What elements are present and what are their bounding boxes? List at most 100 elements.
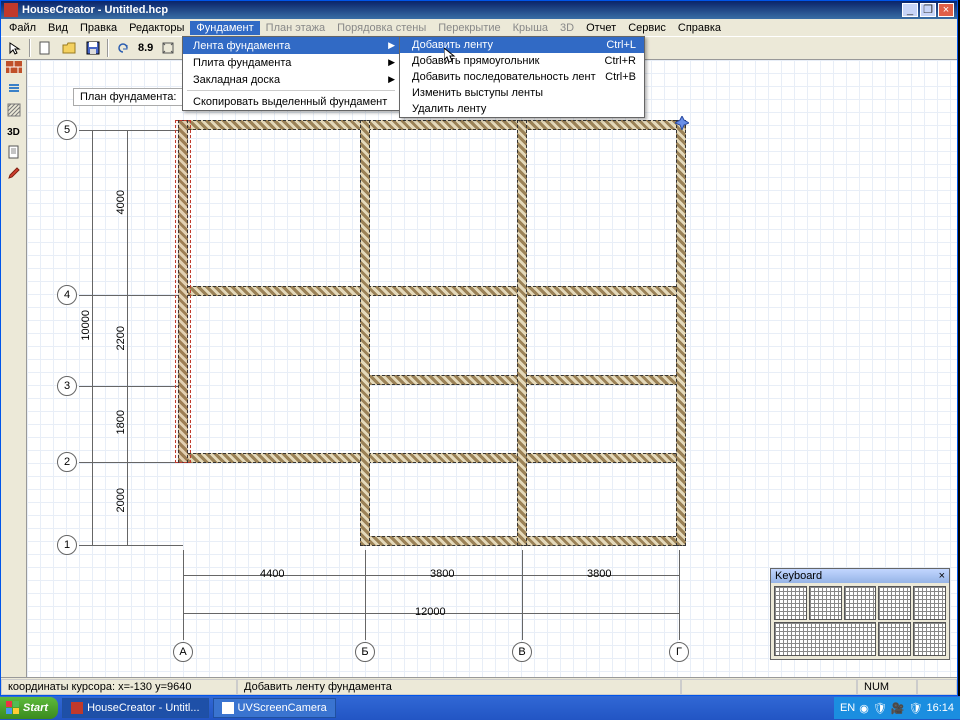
windows-icon <box>6 701 20 715</box>
brick-tool-icon[interactable] <box>3 61 25 81</box>
axis-1: 1 <box>57 535 77 555</box>
foundation-strip[interactable] <box>178 453 686 463</box>
menu-slab[interactable]: Перекрытие <box>432 21 506 35</box>
layers-icon[interactable] <box>3 82 25 102</box>
app-icon <box>4 3 18 17</box>
keyboard-section[interactable] <box>844 586 877 620</box>
keyboard-section[interactable] <box>878 622 911 656</box>
start-label: Start <box>23 702 48 714</box>
menu-edit[interactable]: Правка <box>74 21 123 35</box>
submenu-add-sequence[interactable]: Добавить последовательность лентCtrl+B <box>400 69 644 85</box>
menu-item-copy-foundation[interactable]: Скопировать выделенный фундамент <box>183 93 399 110</box>
keyboard-close-icon[interactable]: × <box>939 570 945 582</box>
status-hint: Добавить ленту фундамента <box>237 679 681 695</box>
menu-editors[interactable]: Редакторы <box>123 21 190 35</box>
page-icon[interactable] <box>3 145 25 165</box>
keyboard-section[interactable] <box>878 586 911 620</box>
minimize-button[interactable]: _ <box>902 3 918 17</box>
keyboard-title: Keyboard <box>775 570 822 582</box>
dim-1800: 1800 <box>115 410 127 434</box>
menu-3d[interactable]: 3D <box>554 21 580 35</box>
strip-foundation-submenu: Добавить лентуCtrl+L Добавить прямоуголь… <box>399 36 645 118</box>
hatch-icon[interactable] <box>3 103 25 123</box>
foundation-strip[interactable] <box>676 120 686 546</box>
submenu-add-strip[interactable]: Добавить лентуCtrl+L <box>400 37 644 53</box>
system-tray[interactable]: EN ◉ 🛡 🎥 🛡 16:14 <box>834 697 960 719</box>
keyboard-section[interactable] <box>913 586 946 620</box>
foundation-strip[interactable] <box>178 286 686 296</box>
dim-guide <box>127 130 128 545</box>
menu-item-strip-foundation[interactable]: Лента фундамента▶ <box>183 37 399 54</box>
axis-5: 5 <box>57 120 77 140</box>
dim-4000: 4000 <box>115 190 127 214</box>
status-coords: координаты курсора: x=-130 y=9640 <box>1 679 237 695</box>
status-empty2 <box>917 679 957 695</box>
taskbar-item-uvscreen[interactable]: UVScreenCamera <box>213 698 336 718</box>
foundation-menu: Лента фундамента▶ Плита фундамента▶ Закл… <box>182 36 400 111</box>
onscreen-keyboard[interactable]: Keyboard × <box>770 568 950 660</box>
titlebar: HouseCreator - Untitled.hcp _ ❐ × <box>1 1 957 19</box>
menu-wall-order[interactable]: Порядовка стены <box>331 21 432 35</box>
3d-button[interactable]: 3D <box>3 124 25 144</box>
submenu-delete-strip[interactable]: Удалить ленту <box>400 101 644 117</box>
clock[interactable]: 16:14 <box>926 702 954 714</box>
keyboard-section[interactable] <box>913 622 946 656</box>
menu-roof[interactable]: Крыша <box>507 21 554 35</box>
taskbar-item-housecreator[interactable]: HouseCreator - Untitl... <box>62 698 208 718</box>
zoom-label: 8.9 <box>137 38 154 58</box>
dim-3800b: 3800 <box>587 568 611 580</box>
menu-item-sill-board[interactable]: Закладная доска▶ <box>183 71 399 88</box>
drag-handle-icon[interactable] <box>675 116 689 130</box>
dim-2000: 2000 <box>115 488 127 512</box>
tray-icon[interactable]: 🛡 <box>873 702 887 715</box>
keyboard-section[interactable] <box>774 622 876 656</box>
menu-floorplan[interactable]: План этажа <box>260 21 331 35</box>
menu-help[interactable]: Справка <box>672 21 727 35</box>
tray-icon[interactable]: 🛡 <box>909 702 923 715</box>
menu-item-slab-foundation[interactable]: Плита фундамента▶ <box>183 54 399 71</box>
foundation-strip[interactable] <box>360 120 370 546</box>
menu-report[interactable]: Отчет <box>580 21 622 35</box>
tray-icon[interactable]: ◉ <box>859 702 869 715</box>
dim-guide <box>79 386 183 387</box>
pencil-icon[interactable] <box>3 166 25 186</box>
menu-separator <box>187 90 395 91</box>
sidebar: 3D <box>1 60 27 677</box>
close-button[interactable]: × <box>938 3 954 17</box>
dim-guide <box>679 550 680 640</box>
foundation-strip[interactable] <box>178 120 686 130</box>
axis-a: А <box>173 642 193 662</box>
zoom-fit-icon[interactable] <box>158 38 178 58</box>
keyboard-section[interactable] <box>774 586 807 620</box>
foundation-strip[interactable] <box>517 120 527 546</box>
restore-button[interactable]: ❐ <box>920 3 936 17</box>
cursor-tool-icon[interactable] <box>5 38 25 58</box>
axis-4: 4 <box>57 285 77 305</box>
status-num: NUM <box>857 679 917 695</box>
new-icon[interactable] <box>35 38 55 58</box>
tray-icon[interactable]: 🎥 <box>891 702 905 715</box>
dim-guide <box>79 545 183 546</box>
save-icon[interactable] <box>83 38 103 58</box>
undo-icon[interactable] <box>113 38 133 58</box>
dim-12000: 12000 <box>415 606 446 618</box>
open-icon[interactable] <box>59 38 79 58</box>
language-indicator[interactable]: EN <box>840 702 855 714</box>
taskbar: Start HouseCreator - Untitl... UVScreenC… <box>0 696 960 720</box>
menu-service[interactable]: Сервис <box>622 21 672 35</box>
dim-guide <box>522 550 523 640</box>
menu-file[interactable]: Файл <box>3 21 42 35</box>
menu-foundation[interactable]: Фундамент <box>190 21 259 35</box>
dim-guide <box>183 550 184 640</box>
axis-3: 3 <box>57 376 77 396</box>
selected-foundation[interactable] <box>175 120 191 463</box>
submenu-edit-offsets[interactable]: Изменить выступы ленты <box>400 85 644 101</box>
dim-3800a: 3800 <box>430 568 454 580</box>
submenu-add-rect[interactable]: Добавить прямоугольникCtrl+R <box>400 53 644 69</box>
start-button[interactable]: Start <box>0 697 58 719</box>
dim-guide <box>92 130 93 545</box>
keyboard-section[interactable] <box>809 586 842 620</box>
taskbar-item-label: HouseCreator - Untitl... <box>87 702 199 714</box>
menu-view[interactable]: Вид <box>42 21 74 35</box>
status-empty <box>681 679 857 695</box>
